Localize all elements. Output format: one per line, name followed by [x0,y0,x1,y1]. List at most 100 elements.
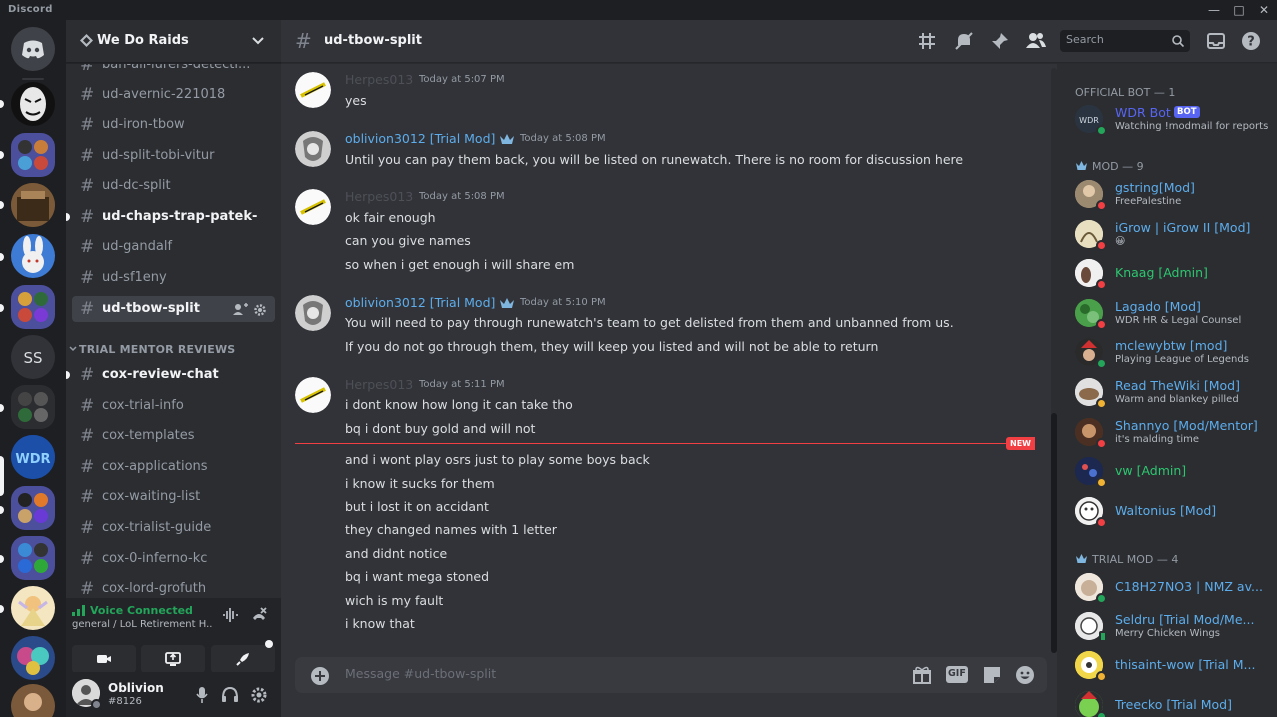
server-folder[interactable] [11,536,55,580]
member-item[interactable]: mclewybtw [mod] Playing League of Legend… [1065,332,1271,372]
member-item[interactable]: Read TheWiki [Mod] Warm and blankey pill… [1065,372,1271,412]
server-icon-anonymous[interactable] [11,82,55,126]
channel-item[interactable]: # cox-trialist-guide [72,515,275,541]
server-icon-ss[interactable]: SS [11,335,55,379]
member-list-icon[interactable] [1025,31,1047,51]
gear-icon[interactable] [254,304,266,316]
server-folder[interactable] [11,285,55,329]
member-name: mclewybtw [mod] [1115,338,1228,353]
category-label[interactable]: TRIAL MENTOR REVIEWS [79,343,235,356]
server-icon-portrait[interactable] [11,684,55,717]
message-timestamp: Today at 5:11 PM [419,379,505,390]
channel-item[interactable]: # cox-waiting-list [72,484,275,510]
threads-icon[interactable] [918,31,938,51]
server-icon-wdr[interactable]: WDR [11,435,55,479]
channel-item[interactable]: # ud-gandalf [72,234,275,260]
minimize-icon[interactable]: — [1202,0,1226,20]
status-online [1096,125,1107,136]
hash-icon: # [80,146,95,166]
settings-icon[interactable] [250,686,268,704]
noise-suppression-icon[interactable] [221,606,239,624]
channel-item-unread[interactable]: # ud-chaps-trap-patek- [66,204,275,230]
guild-header[interactable]: We Do Raids [66,20,281,63]
invite-icon[interactable] [233,303,248,315]
avatar[interactable] [295,295,331,331]
member-item[interactable]: vw [Admin] [1065,451,1271,491]
member-item[interactable]: WDR WDR Bot BOT Watching !modmail for re… [1065,99,1271,139]
help-icon[interactable]: ? [1241,31,1261,51]
channel-item[interactable]: # cox-applications [72,454,275,480]
emoji-icon[interactable] [1015,665,1035,685]
member-item[interactable]: Shannyo [Mod/Mentor] it's malding time [1065,412,1271,452]
channel-item[interactable]: # ud-split-tobi-vitur [72,143,275,169]
server-icon-butterfly[interactable] [11,636,55,680]
headphones-icon[interactable] [221,686,239,704]
crown-icon [1076,554,1087,563]
member-item[interactable]: Seldru [Trial Mod/Me... Merry Chicken Wi… [1065,606,1271,646]
close-icon[interactable]: ✕ [1252,0,1276,20]
message-author[interactable]: Herpes013 [345,189,413,204]
message-author[interactable]: oblivion3012 [Trial Mod] [345,295,495,310]
notification-bell-muted-icon[interactable] [954,31,974,51]
channel-item[interactable]: # ud-sf1eny [72,265,275,291]
search-input[interactable] [1066,33,1166,46]
message-input[interactable] [345,666,845,681]
message-author[interactable]: oblivion3012 [Trial Mod] [345,131,495,146]
gif-button[interactable]: GIF [946,666,968,683]
member-item[interactable]: C18H27NO3 | NMZ av... [1065,567,1271,607]
server-icon-fairy[interactable] [11,586,55,630]
message-author[interactable]: Herpes013 [345,377,413,392]
microphone-icon[interactable] [194,686,210,704]
member-item[interactable]: Treecko [Trial Mod] [1065,685,1271,717]
message-text: they changed names with 1 letter [345,522,557,537]
channel-item[interactable]: # ud-avernic-221018 [72,82,275,108]
member-name: C18H27NO3 | NMZ av... [1115,579,1263,594]
maximize-icon[interactable]: □ [1227,0,1251,20]
attach-plus-icon[interactable] [311,667,329,685]
voice-status[interactable]: Voice Connected [90,604,193,617]
channel-item[interactable]: # ud-dc-split [72,173,275,199]
member-name: Lagado [Mod] [1115,299,1201,314]
channel-title: ud-tbow-split [324,33,422,48]
camera-button[interactable] [72,645,136,673]
avatar[interactable] [295,377,331,413]
member-item[interactable]: Waltonius [Mod] [1065,491,1271,531]
pin-icon[interactable] [990,31,1010,51]
voice-channel[interactable]: general / LoL Retirement H... [72,619,212,630]
channel-name: cox-trialist-guide [102,520,212,535]
server-folder[interactable] [11,486,55,530]
activity-button[interactable] [211,640,275,673]
channel-item[interactable]: # cox-trial-info [72,393,275,419]
server-folder[interactable] [11,385,55,429]
discord-window: Discord — □ ✕ SS WDR We Do Raids # ban-a… [0,0,1277,717]
inbox-icon[interactable] [1206,31,1226,51]
screenshare-button[interactable] [141,645,205,673]
home-button[interactable] [11,27,55,71]
server-icon-bunny[interactable] [11,234,55,278]
message-author[interactable]: Herpes013 [345,72,413,87]
avatar[interactable] [295,131,331,167]
channel-item[interactable]: # ban-all-lurers-detecti... [72,64,275,78]
channel-item[interactable]: # cox-templates [72,423,275,449]
channel-item[interactable]: # ud-iron-tbow [72,112,275,138]
avatar[interactable] [295,72,331,108]
server-icon-bridge[interactable] [11,183,55,227]
member-item[interactable]: thisaint-wow [Trial M... [1065,645,1271,685]
avatar[interactable] [295,189,331,225]
server-folder[interactable] [11,133,55,177]
guild-boost-icon [80,34,93,47]
member-item[interactable]: gstring[Mod] FreePalestine [1065,174,1271,214]
member-item[interactable]: iGrow | iGrow II [Mod] 😀 [1065,214,1271,254]
gift-icon[interactable] [912,665,932,685]
channel-name: cox-trial-info [102,398,184,413]
user-panel: Oblivion #8126 [66,672,281,717]
channel-item[interactable]: # cox-0-inferno-kc [72,546,275,572]
channel-item-unread[interactable]: # cox-review-chat [66,362,275,388]
member-item[interactable]: Lagado [Mod] WDR HR & Legal Counsel [1065,293,1271,333]
channel-item-selected[interactable]: # ud-tbow-split [72,296,275,322]
sticker-icon[interactable] [982,665,1002,685]
search-box[interactable] [1060,30,1190,52]
username[interactable]: Oblivion [108,681,164,695]
disconnect-icon[interactable] [250,606,268,624]
member-item[interactable]: Knaag [Admin] [1065,253,1271,293]
